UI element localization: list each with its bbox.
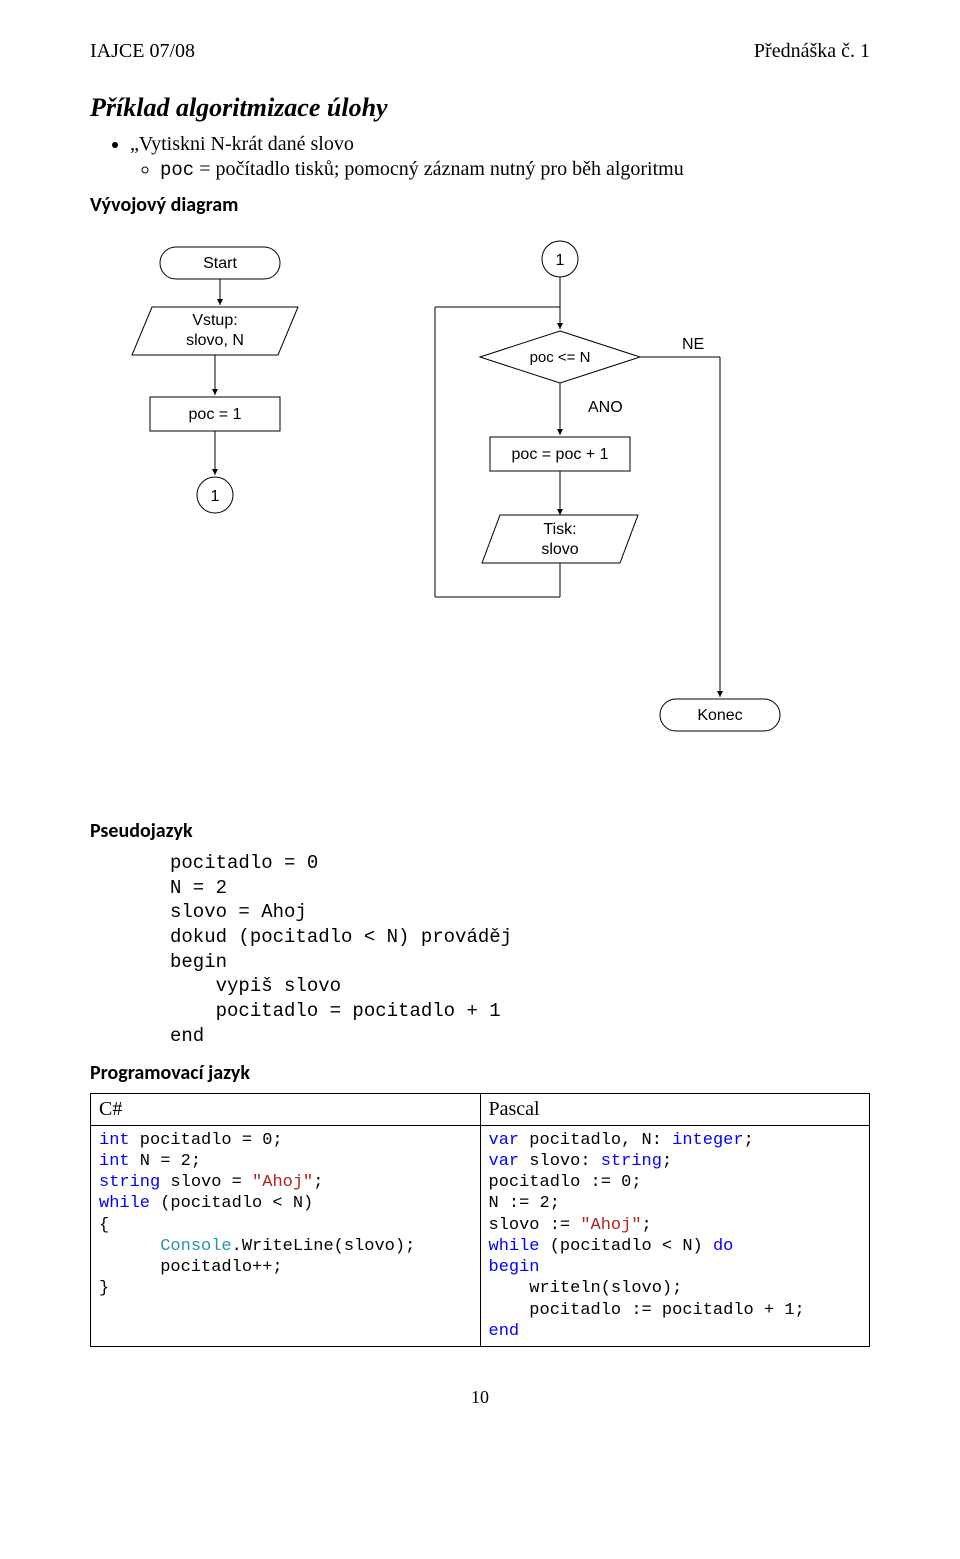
flowchart-svg: Start Vstup: slovo, N poc = 1 1 1 <box>90 237 870 807</box>
flow-conn-right: 1 <box>556 252 565 269</box>
example-list: „Vytiskni N-krát dané slovo poc = počíta… <box>130 133 870 181</box>
code-table: C# Pascal int pocitadlo = 0; int N = 2; … <box>90 1093 870 1348</box>
csharp-code: int pocitadlo = 0; int N = 2; string slo… <box>99 1130 472 1300</box>
section-title: Příklad algoritmizace úlohy <box>90 93 870 123</box>
poc-var: poc <box>160 159 194 181</box>
pseudo-code: pocitadlo = 0 N = 2 slovo = Ahoj dokud (… <box>170 851 870 1049</box>
flow-cond: poc <= N <box>530 349 591 366</box>
page: IAJCE 07/08 Přednáška č. 1 Příklad algor… <box>0 0 960 1448</box>
prog-heading: Programovací jazyk <box>90 1061 870 1085</box>
flow-conn-left: 1 <box>211 488 220 505</box>
flow-konec: Konec <box>697 707 742 724</box>
example-text: „Vytiskni N-krát dané slovo <box>130 133 354 155</box>
flowchart-heading: Vývojový diagram <box>90 193 870 217</box>
poc-rest: = počítadlo tisků; pomocný záznam nutný … <box>194 158 684 180</box>
flow-pocinit: poc = 1 <box>189 406 242 423</box>
page-header: IAJCE 07/08 Přednáška č. 1 <box>90 40 870 63</box>
example-item: „Vytiskni N-krát dané slovo poc = počíta… <box>130 133 870 181</box>
pascal-code: var pocitadlo, N: integer; var slovo: st… <box>489 1130 862 1343</box>
example-sub: poc = počítadlo tisků; pomocný záznam nu… <box>160 158 870 181</box>
header-left: IAJCE 07/08 <box>90 40 195 63</box>
page-number: 10 <box>90 1387 870 1408</box>
flow-tisk1: Tisk: <box>543 521 576 538</box>
header-right: Přednáška č. 1 <box>754 40 870 63</box>
flow-inc: poc = poc + 1 <box>512 446 609 463</box>
flow-vstup2: slovo, N <box>186 332 244 349</box>
flow-ano: ANO <box>588 399 623 416</box>
pascal-cell: var pocitadlo, N: integer; var slovo: st… <box>480 1125 870 1347</box>
flow-vstup1: Vstup: <box>192 312 237 329</box>
csharp-cell: int pocitadlo = 0; int N = 2; string slo… <box>91 1125 481 1347</box>
table-row: C# Pascal <box>91 1093 870 1125</box>
table-head-pascal: Pascal <box>480 1093 870 1125</box>
table-row: int pocitadlo = 0; int N = 2; string slo… <box>91 1125 870 1347</box>
flowchart: Start Vstup: slovo, N poc = 1 1 1 <box>90 237 870 807</box>
table-head-csharp: C# <box>91 1093 481 1125</box>
flow-ne: NE <box>682 336 704 353</box>
flow-start: Start <box>203 255 237 272</box>
pseudo-heading: Pseudojazyk <box>90 819 870 843</box>
poc-line: poc = počítadlo tisků; pomocný záznam nu… <box>160 158 870 181</box>
flow-tisk2: slovo <box>541 541 578 558</box>
